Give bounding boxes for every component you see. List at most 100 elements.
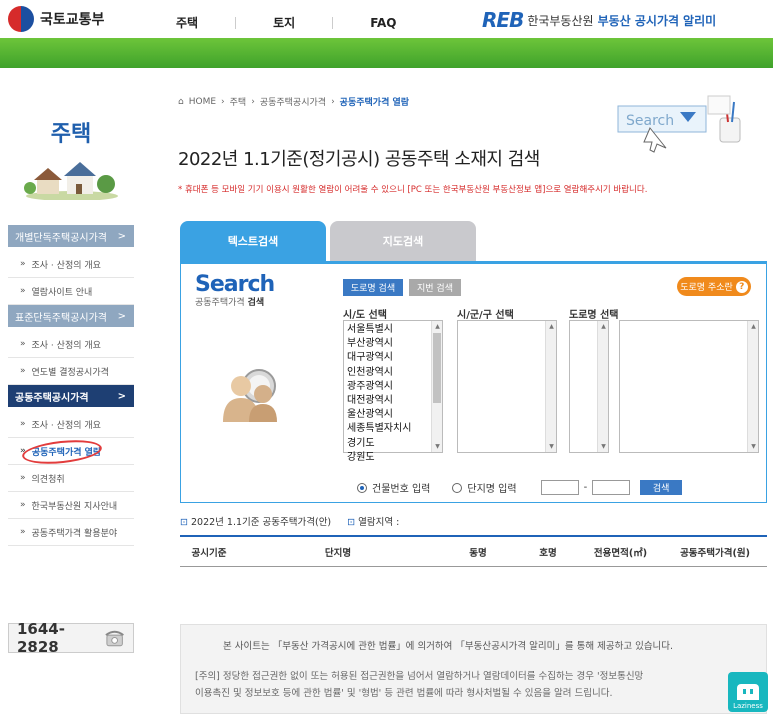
sido-option[interactable]: 서울특별시: [347, 323, 439, 337]
sigungu-listbox[interactable]: ▲ ▼: [457, 320, 557, 453]
scroll-down-icon[interactable]: ▼: [748, 441, 759, 452]
scroll-down-icon[interactable]: ▼: [546, 441, 557, 452]
sido-option[interactable]: 대구광역시: [347, 351, 439, 365]
result-info: ⊡ 2022년 1.1기준 공동주택가격(안) ⊡ 열람지역 :: [180, 514, 399, 528]
sidebar-section-header[interactable]: 표준단독주택공시가격 >: [8, 305, 134, 327]
number-dash: -: [583, 482, 588, 493]
reb-mark: REB: [482, 8, 524, 32]
road-name-scrollbar[interactable]: ▲ ▼: [747, 321, 758, 452]
search-button[interactable]: 검색: [640, 480, 683, 495]
page-title: 2022년 1.1기준(정기공시) 공동주택 소재지 검색: [178, 149, 540, 170]
column-unit: 호명: [539, 547, 557, 559]
column-building: 동명: [469, 547, 487, 559]
road-name-listbox[interactable]: ▲ ▼: [619, 320, 759, 453]
scroll-up-icon[interactable]: ▲: [598, 321, 609, 332]
sidebar-section-label: 개별단독주택공시가격: [15, 232, 107, 244]
scroll-up-icon[interactable]: ▲: [432, 321, 443, 332]
top-header: 국토교통부 주택 토지 FAQ REB 한국부동산원 부동산 공시가격 알리미: [0, 0, 773, 38]
molit-logo[interactable]: 국토교통부: [8, 6, 104, 32]
chevron-right-icon: >: [117, 390, 126, 402]
scroll-down-icon[interactable]: ▼: [432, 441, 443, 452]
reb-logo[interactable]: REB 한국부동산원 부동산 공시가격 알리미: [482, 8, 716, 32]
road-address-info-button[interactable]: 도로명 주소란 ?: [677, 277, 751, 296]
legal-warning-line1: [주의] 정당한 접근권한 없이 또는 허용된 접근권한을 넘어서 열람하거나 …: [195, 671, 644, 682]
sidebar-item[interactable]: » 한국부동산원 지사안내: [8, 492, 134, 519]
legal-notice-line1: 본 사이트는 「부동산 가격공시에 관한 법률」에 의거하여 「부동산공시가격 …: [223, 641, 674, 652]
lot-number-search-button[interactable]: 지번 검색: [409, 279, 461, 296]
legal-warning-line2: 이용촉진 및 정보보호 등에 관한 법률' 및 '형법' 등 관련 법률에 따라…: [195, 688, 613, 699]
bullet-arrow-icon: »: [20, 527, 26, 537]
sidebar-section-header[interactable]: 공동주택공시가격 >: [8, 385, 134, 407]
scroll-thumb[interactable]: [433, 333, 441, 403]
complex-name-radio[interactable]: [452, 482, 463, 493]
sidebar-item[interactable]: » 공동주택가격 열람: [8, 436, 134, 468]
sido-option[interactable]: 세종특별자치시: [347, 422, 439, 436]
reb-service-name-2: 알리미: [683, 13, 717, 28]
sidebar-item[interactable]: » 열람사이트 안내: [8, 278, 134, 305]
users-magnifier-icon: [223, 369, 277, 422]
sidebar-item[interactable]: » 의견청취: [8, 465, 134, 492]
breadcrumb-home[interactable]: HOME: [189, 97, 216, 107]
sido-option[interactable]: 강원도: [347, 451, 439, 465]
breadcrumb-separator: ›: [221, 96, 225, 107]
nav-housing[interactable]: 주택: [176, 14, 235, 31]
nav-land[interactable]: 토지: [236, 14, 332, 31]
sigungu-scrollbar[interactable]: ▲ ▼: [545, 321, 556, 452]
scroll-up-icon[interactable]: ▲: [546, 321, 557, 332]
reb-name: 한국부동산원: [527, 13, 594, 28]
result-table-header: 공시기준 단지명 동명 호명 전용면적(㎡) 공동주택가격(원): [180, 535, 767, 567]
sido-option[interactable]: 울산광역시: [347, 408, 439, 422]
legal-notice-box: 본 사이트는 「부동산 가격공시에 관한 법률」에 의거하여 「부동산공시가격 …: [180, 624, 767, 714]
sido-option[interactable]: 광주광역시: [347, 380, 439, 394]
molit-name: 국토교통부: [40, 12, 105, 28]
breadcrumb-separator: ›: [251, 96, 255, 107]
sido-option[interactable]: 경기도: [347, 437, 439, 451]
sidebar-item[interactable]: » 연도별 결정공시가격: [8, 358, 134, 385]
input-mode-row: 건물번호 입력 단지명 입력 - 검색: [357, 480, 683, 495]
sido-option[interactable]: 부산광역시: [347, 337, 439, 351]
sido-option[interactable]: 대전광역시: [347, 394, 439, 408]
sidebar-item[interactable]: » 조사 · 산정의 개요: [8, 331, 134, 358]
column-complex: 단지명: [324, 547, 352, 559]
main-nav: 주택 토지 FAQ: [176, 14, 434, 31]
sido-scrollbar[interactable]: ▲ ▼: [431, 321, 442, 452]
road-address-info-label: 도로명 주소란: [680, 283, 733, 293]
building-sub-number-input[interactable]: [592, 480, 631, 495]
scroll-up-icon[interactable]: ▲: [748, 321, 759, 332]
complex-name-label[interactable]: 단지명 입력: [467, 480, 516, 495]
result-area-text: 열람지역 :: [358, 517, 400, 528]
sidebar-item[interactable]: » 조사 · 산정의 개요: [8, 251, 134, 278]
sidebar-item[interactable]: » 조사 · 산정의 개요: [8, 411, 134, 438]
laziness-badge[interactable]: Laziness: [728, 672, 768, 712]
bullet-arrow-icon: »: [20, 500, 26, 510]
help-icon: ?: [735, 280, 748, 293]
sidebar-section-header[interactable]: 개별단독주택공시가격 >: [8, 225, 134, 247]
column-price: 공동주택가격(원): [680, 547, 750, 559]
laziness-face-icon: [737, 684, 759, 700]
tab-map-search[interactable]: 지도검색: [330, 221, 476, 261]
building-number-label[interactable]: 건물번호 입력: [372, 480, 430, 495]
sidebar-item[interactable]: » 공동주택가격 활용분야: [8, 519, 134, 546]
breadcrumb-housing[interactable]: 주택: [230, 95, 247, 108]
home-icon[interactable]: ⌂: [178, 97, 184, 107]
sido-listbox[interactable]: 서울특별시 부산광역시 대구광역시 인천광역시 광주광역시 대전광역시 울산광역시 세종특별자…: [343, 320, 443, 463]
tab-text-search[interactable]: 텍스트검색: [180, 221, 326, 261]
sidebar-item-label: 연도별 결정공시가격: [31, 367, 109, 378]
result-area-info: ⊡ 열람지역 :: [347, 514, 399, 528]
building-number-radio[interactable]: [357, 482, 367, 493]
nav-faq[interactable]: FAQ: [333, 16, 433, 30]
search-subtitle-b: 검색: [247, 298, 265, 308]
illustration-search-text: Search: [626, 113, 674, 129]
scroll-down-icon[interactable]: ▼: [598, 441, 609, 452]
houses-illustration: [24, 162, 118, 200]
sidebar-item-label: 조사 · 산정의 개요: [31, 340, 101, 351]
chevron-right-icon: >: [117, 230, 126, 242]
road-initial-listbox[interactable]: ▲ ▼: [569, 320, 609, 453]
breadcrumb-apartment-price[interactable]: 공동주택공시가격: [260, 95, 326, 108]
government-emblem-icon: [8, 6, 34, 32]
road-initial-scrollbar[interactable]: ▲ ▼: [597, 321, 608, 452]
building-main-number-input[interactable]: [540, 480, 579, 495]
road-name-search-button[interactable]: 도로명 검색: [343, 279, 403, 296]
green-banner-bar: [0, 38, 773, 68]
sido-option[interactable]: 인천광역시: [347, 366, 439, 380]
